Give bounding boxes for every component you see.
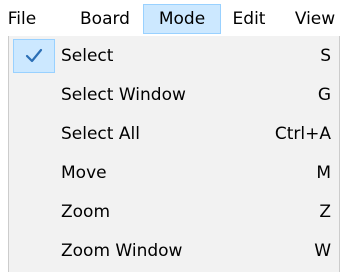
menu-mode[interactable]: Mode — [143, 4, 221, 34]
menu-item-select[interactable]: Select S — [9, 37, 339, 76]
menu-item-shortcut: G — [317, 85, 331, 105]
menu-item-select-all[interactable]: Select All Ctrl+A — [9, 115, 339, 154]
menu-view[interactable]: View — [285, 4, 345, 34]
menu-board[interactable]: Board — [70, 4, 140, 34]
menu-item-shortcut: W — [314, 241, 331, 261]
menu-item-zoom[interactable]: Zoom Z — [9, 193, 339, 232]
mode-dropdown-menu: Select S Select Window G Select All Ctrl… — [8, 36, 340, 272]
menu-item-label: Select — [61, 46, 114, 66]
menu-item-shortcut: Z — [319, 202, 331, 222]
menu-edit[interactable]: Edit — [225, 4, 273, 34]
menu-item-label: Zoom Window — [61, 241, 183, 261]
menu-bar: File Board Mode Edit View — [0, 0, 355, 36]
menu-file[interactable]: File — [0, 4, 44, 34]
menu-item-label: Select Window — [61, 85, 186, 105]
menu-item-label: Zoom — [61, 202, 111, 222]
menu-item-label: Select All — [61, 124, 140, 144]
menu-item-shortcut: M — [316, 163, 331, 183]
menu-item-move[interactable]: Move M — [9, 154, 339, 193]
menu-item-shortcut: S — [320, 46, 331, 66]
menu-item-zoom-window[interactable]: Zoom Window W — [9, 232, 339, 271]
menu-item-label: Move — [61, 163, 107, 183]
menu-item-shortcut: Ctrl+A — [274, 124, 331, 144]
menu-item-select-window[interactable]: Select Window G — [9, 76, 339, 115]
